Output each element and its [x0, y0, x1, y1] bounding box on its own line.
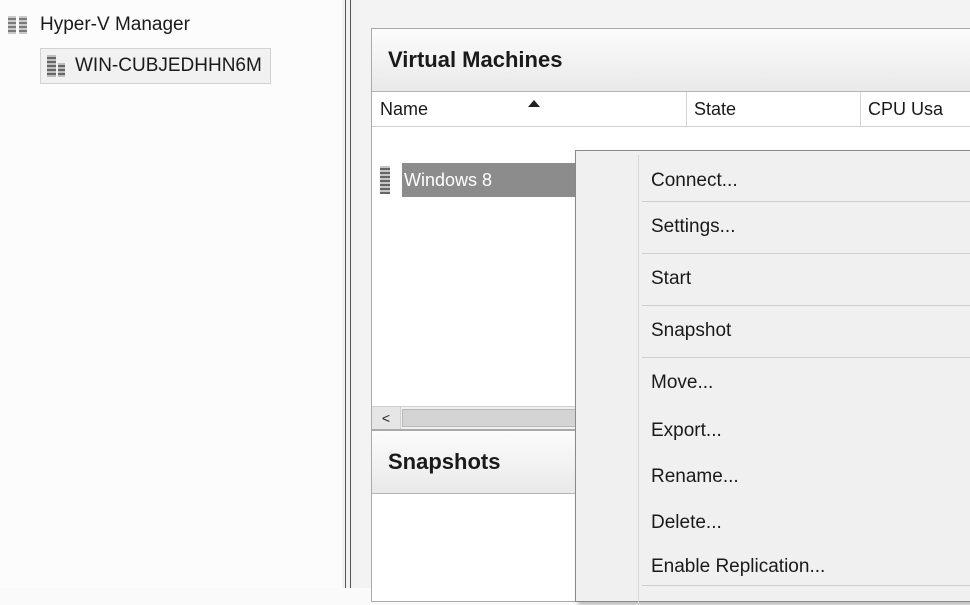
menu-item-snapshot[interactable]: Snapshot [651, 309, 731, 353]
menu-item-export[interactable]: Export... [651, 409, 722, 453]
menu-separator [642, 253, 970, 254]
hyper-v-manager-icon [8, 16, 28, 34]
vm-name: Windows 8 [404, 169, 493, 190]
menu-separator [642, 201, 970, 202]
tree-item-hyper-v-manager[interactable]: Hyper-V Manager [8, 14, 190, 36]
server-icon [47, 55, 65, 77]
menu-item-delete[interactable]: Delete... [651, 501, 722, 545]
panel-title: Virtual Machines [372, 29, 970, 92]
virtual-machine-icon [380, 166, 390, 194]
column-headers: Name State CPU Usa [372, 92, 970, 127]
column-header-state[interactable]: State [686, 92, 861, 126]
sort-ascending-icon [528, 100, 540, 107]
tree-item-label: WIN-CUBJEDHHN6M [75, 55, 262, 76]
scroll-left-button[interactable]: < [372, 407, 401, 429]
menu-item-rename[interactable]: Rename... [651, 455, 739, 499]
menu-item-move[interactable]: Move... [651, 361, 713, 405]
menu-separator [642, 585, 970, 586]
tree-item-host[interactable]: WIN-CUBJEDHHN6M [40, 48, 271, 84]
column-header-name[interactable]: Name [372, 92, 687, 126]
menu-separator [642, 305, 970, 306]
column-header-cpu-usage[interactable]: CPU Usa [860, 92, 970, 126]
scrollbar-thumb[interactable] [402, 409, 584, 427]
menu-item-start[interactable]: Start [651, 257, 691, 301]
menu-icon-gutter [638, 155, 639, 605]
context-menu: Connect... Settings... Start Snapshot Mo… [575, 150, 970, 605]
navigation-tree: Hyper-V Manager WIN-CUBJEDHHN6M [0, 0, 342, 588]
menu-separator [642, 357, 970, 358]
menu-item-connect[interactable]: Connect... [651, 159, 738, 203]
menu-item-enable-replication[interactable]: Enable Replication... [651, 545, 825, 589]
tree-item-label: Hyper-V Manager [40, 14, 190, 35]
menu-item-settings[interactable]: Settings... [651, 205, 736, 249]
pane-splitter[interactable] [342, 0, 354, 588]
